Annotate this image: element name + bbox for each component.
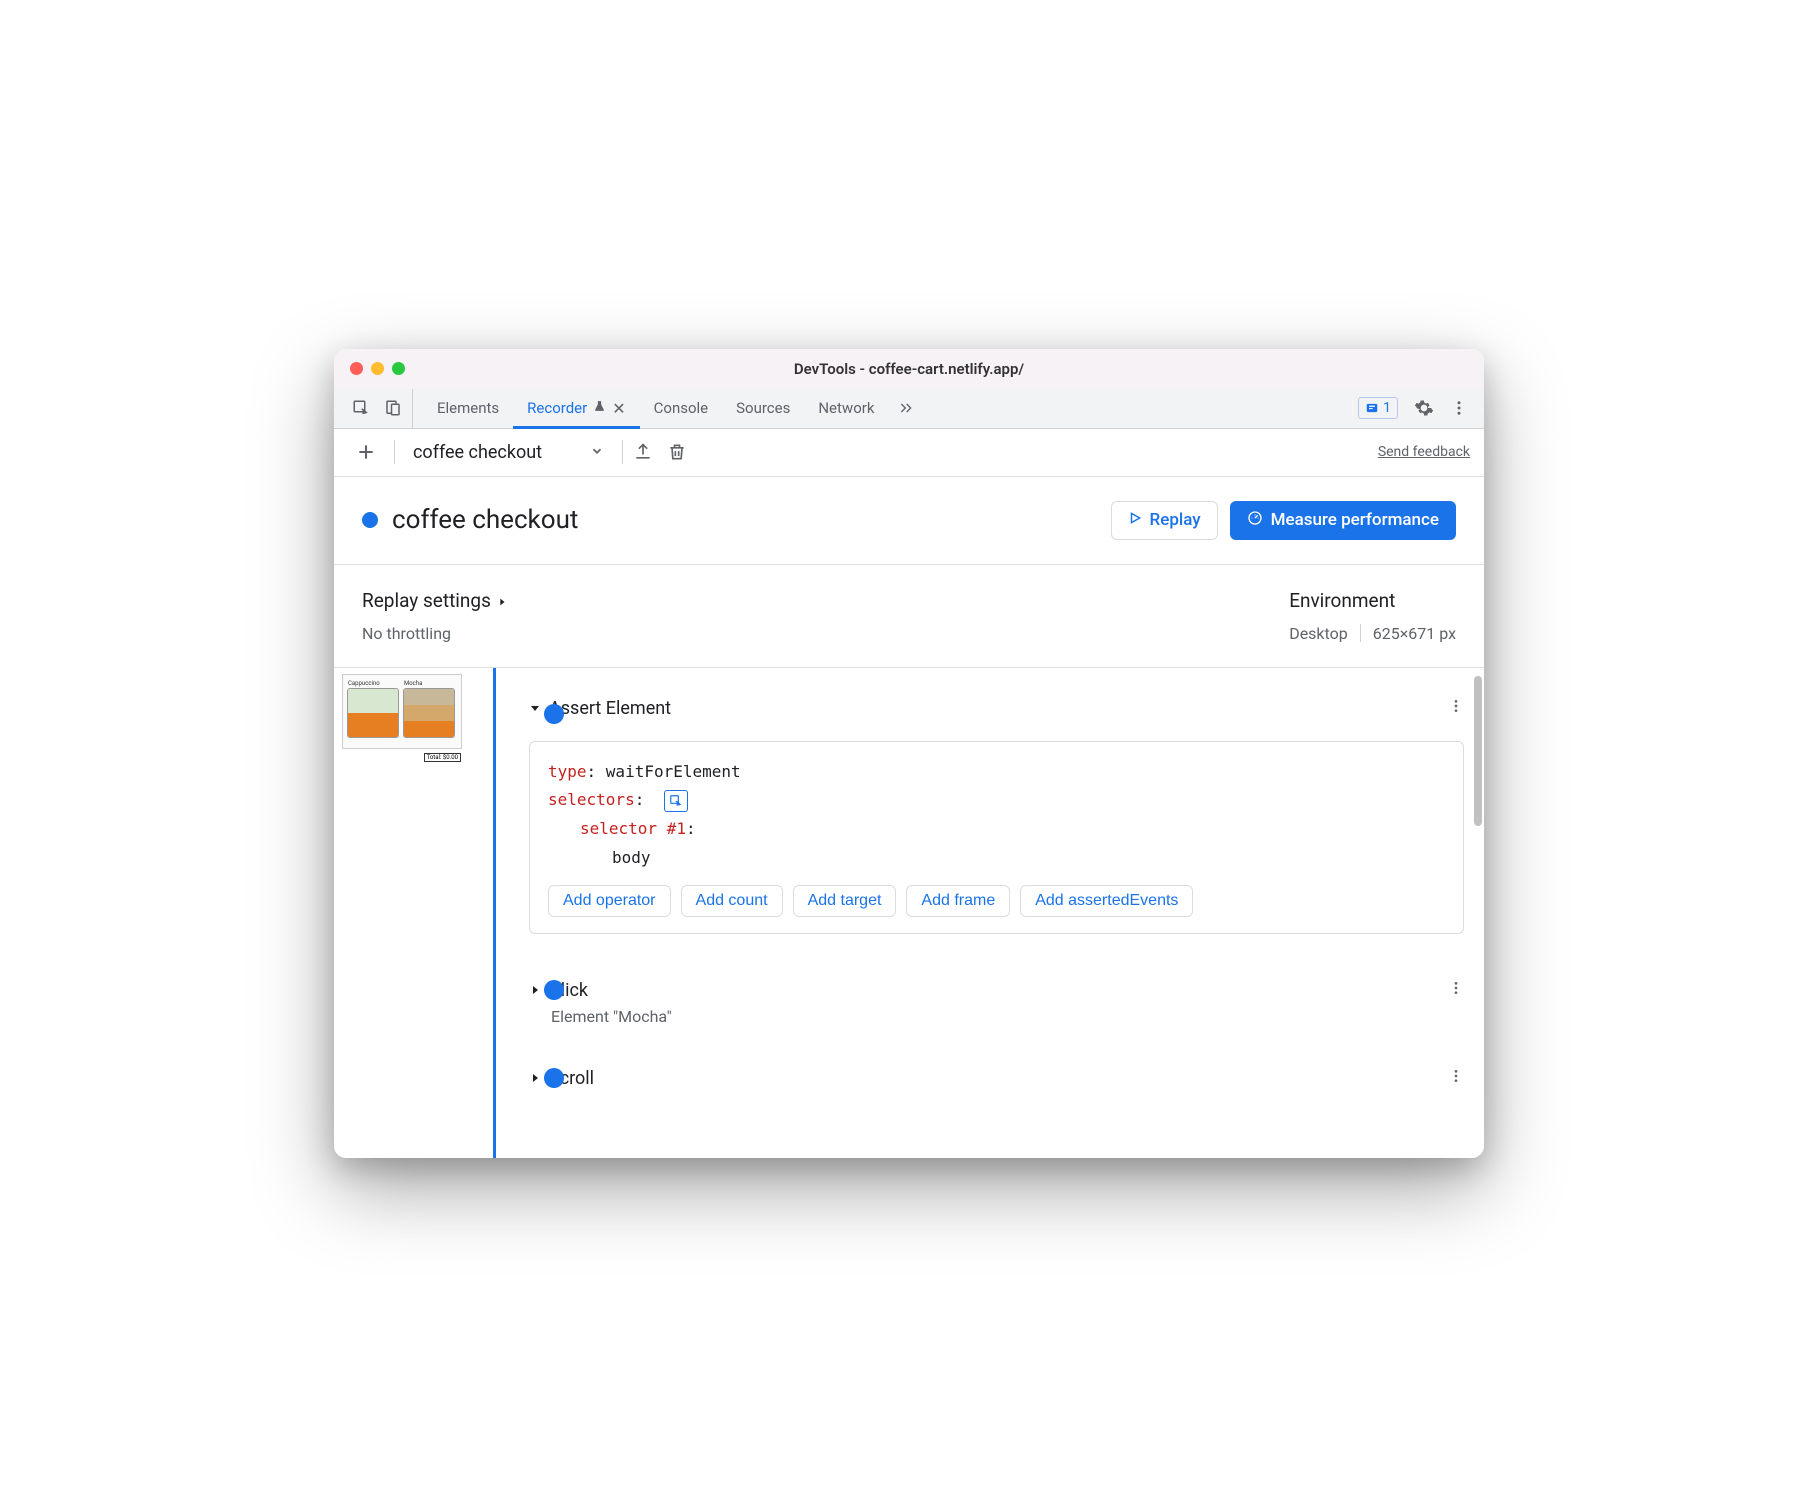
add-count-button[interactable]: Add count: [681, 885, 783, 917]
recording-title: coffee checkout: [392, 505, 578, 535]
expand-triangle-icon[interactable]: [529, 698, 541, 719]
add-target-button[interactable]: Add target: [793, 885, 897, 917]
tab-network[interactable]: Network: [804, 389, 888, 428]
new-recording-button[interactable]: [348, 436, 384, 468]
replay-settings-toggle[interactable]: Replay settings: [362, 589, 507, 612]
timeline-line: [493, 668, 496, 1158]
chevron-down-icon: [590, 442, 604, 463]
inspect-element-icon[interactable]: [352, 399, 370, 417]
step-scroll: Scroll: [529, 1062, 1484, 1095]
delete-icon[interactable]: [667, 442, 687, 462]
recording-dropdown[interactable]: coffee checkout: [405, 442, 612, 463]
scrollbar[interactable]: [1474, 676, 1482, 826]
tab-console[interactable]: Console: [640, 389, 723, 428]
tabs-right-controls: 1: [1358, 389, 1476, 428]
step-assert-element: Assert Element type: waitForElement sele…: [529, 668, 1484, 934]
timeline-dot: [544, 1068, 564, 1088]
step-more-icon[interactable]: [1448, 980, 1464, 1001]
environment-details: Desktop 625×671 px: [1289, 624, 1456, 643]
step-subtitle: Element "Mocha": [551, 1007, 1484, 1026]
collapse-triangle-icon[interactable]: [529, 1068, 541, 1089]
status-indicator: [362, 512, 378, 528]
inspect-controls: [342, 389, 413, 428]
timeline: Assert Element type: waitForElement sele…: [469, 668, 1484, 1158]
step-more-icon[interactable]: [1448, 698, 1464, 719]
close-tab-icon[interactable]: ✕: [612, 399, 625, 418]
tab-recorder[interactable]: Recorder ✕: [513, 389, 639, 428]
dimensions-value: 625×671 px: [1373, 624, 1456, 643]
minimize-window-button[interactable]: [371, 362, 384, 375]
export-icon[interactable]: [633, 442, 653, 462]
divider: [394, 440, 395, 464]
chevron-right-icon: [497, 589, 507, 612]
devtools-window: DevTools - coffee-cart.netlify.app/ Elem…: [334, 349, 1484, 1158]
tab-sources[interactable]: Sources: [722, 389, 804, 428]
settings-icon[interactable]: [1414, 398, 1434, 418]
maximize-window-button[interactable]: [392, 362, 405, 375]
recording-header: coffee checkout Replay Measure performan…: [334, 477, 1484, 565]
recorder-toolbar: coffee checkout Send feedback: [334, 429, 1484, 477]
environment-block: Environment Desktop 625×671 px: [1289, 589, 1456, 643]
measure-performance-button[interactable]: Measure performance: [1230, 501, 1456, 540]
throttling-value: No throttling: [362, 624, 507, 643]
tabs-bar: Elements Recorder ✕ Console Sources Netw…: [334, 389, 1484, 429]
steps-area: Cappuccino Mocha Total: $0.00 Assert E: [334, 668, 1484, 1158]
add-asserted-events-button[interactable]: Add assertedEvents: [1020, 885, 1193, 917]
flask-icon: [593, 399, 606, 417]
divider: [622, 440, 623, 464]
replay-settings: Replay settings No throttling: [362, 589, 507, 643]
more-menu-icon[interactable]: [1450, 399, 1468, 417]
device-value: Desktop: [1289, 624, 1348, 643]
environment-label: Environment: [1289, 589, 1456, 612]
issues-badge[interactable]: 1: [1358, 397, 1398, 419]
titlebar: DevTools - coffee-cart.netlify.app/: [334, 349, 1484, 389]
step-body: type: waitForElement selectors: selector…: [529, 741, 1464, 934]
step-click: Click Element "Mocha": [529, 974, 1484, 1026]
send-feedback-link[interactable]: Send feedback: [1378, 444, 1470, 460]
timeline-dot: [544, 980, 564, 1000]
tabs-container: Elements Recorder ✕ Console Sources Netw…: [423, 389, 924, 428]
add-operator-button[interactable]: Add operator: [548, 885, 671, 917]
collapse-triangle-icon[interactable]: [529, 980, 541, 1001]
settings-row: Replay settings No throttling Environmen…: [334, 565, 1484, 668]
gauge-icon: [1247, 510, 1263, 531]
more-tabs-button[interactable]: [888, 389, 924, 428]
header-actions: Replay Measure performance: [1111, 501, 1456, 540]
step-more-icon[interactable]: [1448, 1068, 1464, 1089]
step-title: Assert Element: [549, 698, 671, 719]
window-title: DevTools - coffee-cart.netlify.app/: [350, 360, 1468, 378]
divider: [1360, 624, 1361, 642]
play-icon: [1128, 510, 1142, 530]
replay-button[interactable]: Replay: [1111, 501, 1218, 540]
timeline-dot: [544, 704, 564, 724]
device-toggle-icon[interactable]: [384, 399, 402, 417]
traffic-lights: [350, 362, 405, 375]
close-window-button[interactable]: [350, 362, 363, 375]
screenshot-thumbnail[interactable]: Cappuccino Mocha Total: $0.00: [334, 668, 469, 1158]
add-frame-button[interactable]: Add frame: [906, 885, 1010, 917]
select-element-icon[interactable]: [664, 790, 688, 812]
tab-elements[interactable]: Elements: [423, 389, 513, 428]
action-buttons: Add operator Add count Add target Add fr…: [548, 885, 1445, 917]
